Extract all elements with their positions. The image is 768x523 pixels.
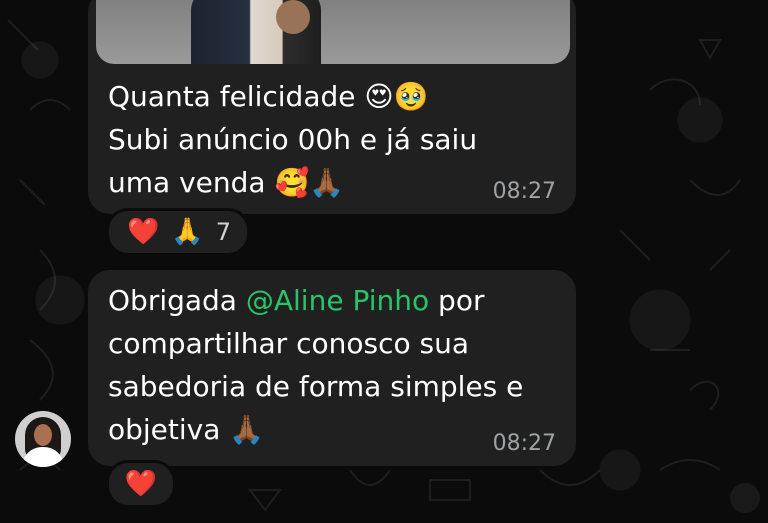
- message-bubble[interactable]: Obrigada @Aline Pinho por compartilhar c…: [88, 270, 576, 466]
- heart-icon: ❤️: [124, 469, 158, 499]
- reaction-count: 7: [215, 218, 232, 246]
- photo-face: [276, 0, 310, 34]
- shared-photo[interactable]: [96, 0, 570, 64]
- wallpaper-circle-icon: [730, 483, 760, 513]
- avatar-face: [34, 424, 52, 446]
- message-line: compartilhar conosco sua: [108, 327, 470, 360]
- message-bubble[interactable]: Quanta felicidade 😍🥹 Subi anúncio 00h e …: [88, 0, 576, 214]
- message-line: sabedoria de forma simples e: [108, 370, 524, 403]
- message-line: Quanta felicidade 😍🥹: [108, 80, 429, 113]
- message-line: Obrigada @Aline Pinho por: [108, 279, 558, 322]
- heart-icon: ❤️: [127, 217, 160, 247]
- message-suffix: por: [429, 284, 485, 317]
- message-line: uma venda 🥰🙏🏾: [108, 166, 345, 199]
- message-prefix: Obrigada: [108, 284, 246, 317]
- pray-icon: 🙏: [171, 217, 204, 247]
- message-reactions[interactable]: ❤️: [106, 460, 176, 508]
- message-line: Subi anúncio 00h e já saiu: [108, 123, 478, 156]
- message-text: Quanta felicidade 😍🥹 Subi anúncio 00h e …: [108, 75, 488, 204]
- sender-avatar[interactable]: [15, 411, 71, 467]
- message-time: 08:27: [492, 431, 556, 456]
- message-text: Obrigada @Aline Pinho por compartilhar c…: [108, 279, 558, 451]
- user-mention[interactable]: @Aline Pinho: [246, 284, 429, 317]
- message-line: objetiva 🙏🏾: [108, 413, 265, 446]
- message-time: 08:27: [492, 179, 556, 204]
- message-reactions[interactable]: ❤️ 🙏 7: [106, 208, 250, 256]
